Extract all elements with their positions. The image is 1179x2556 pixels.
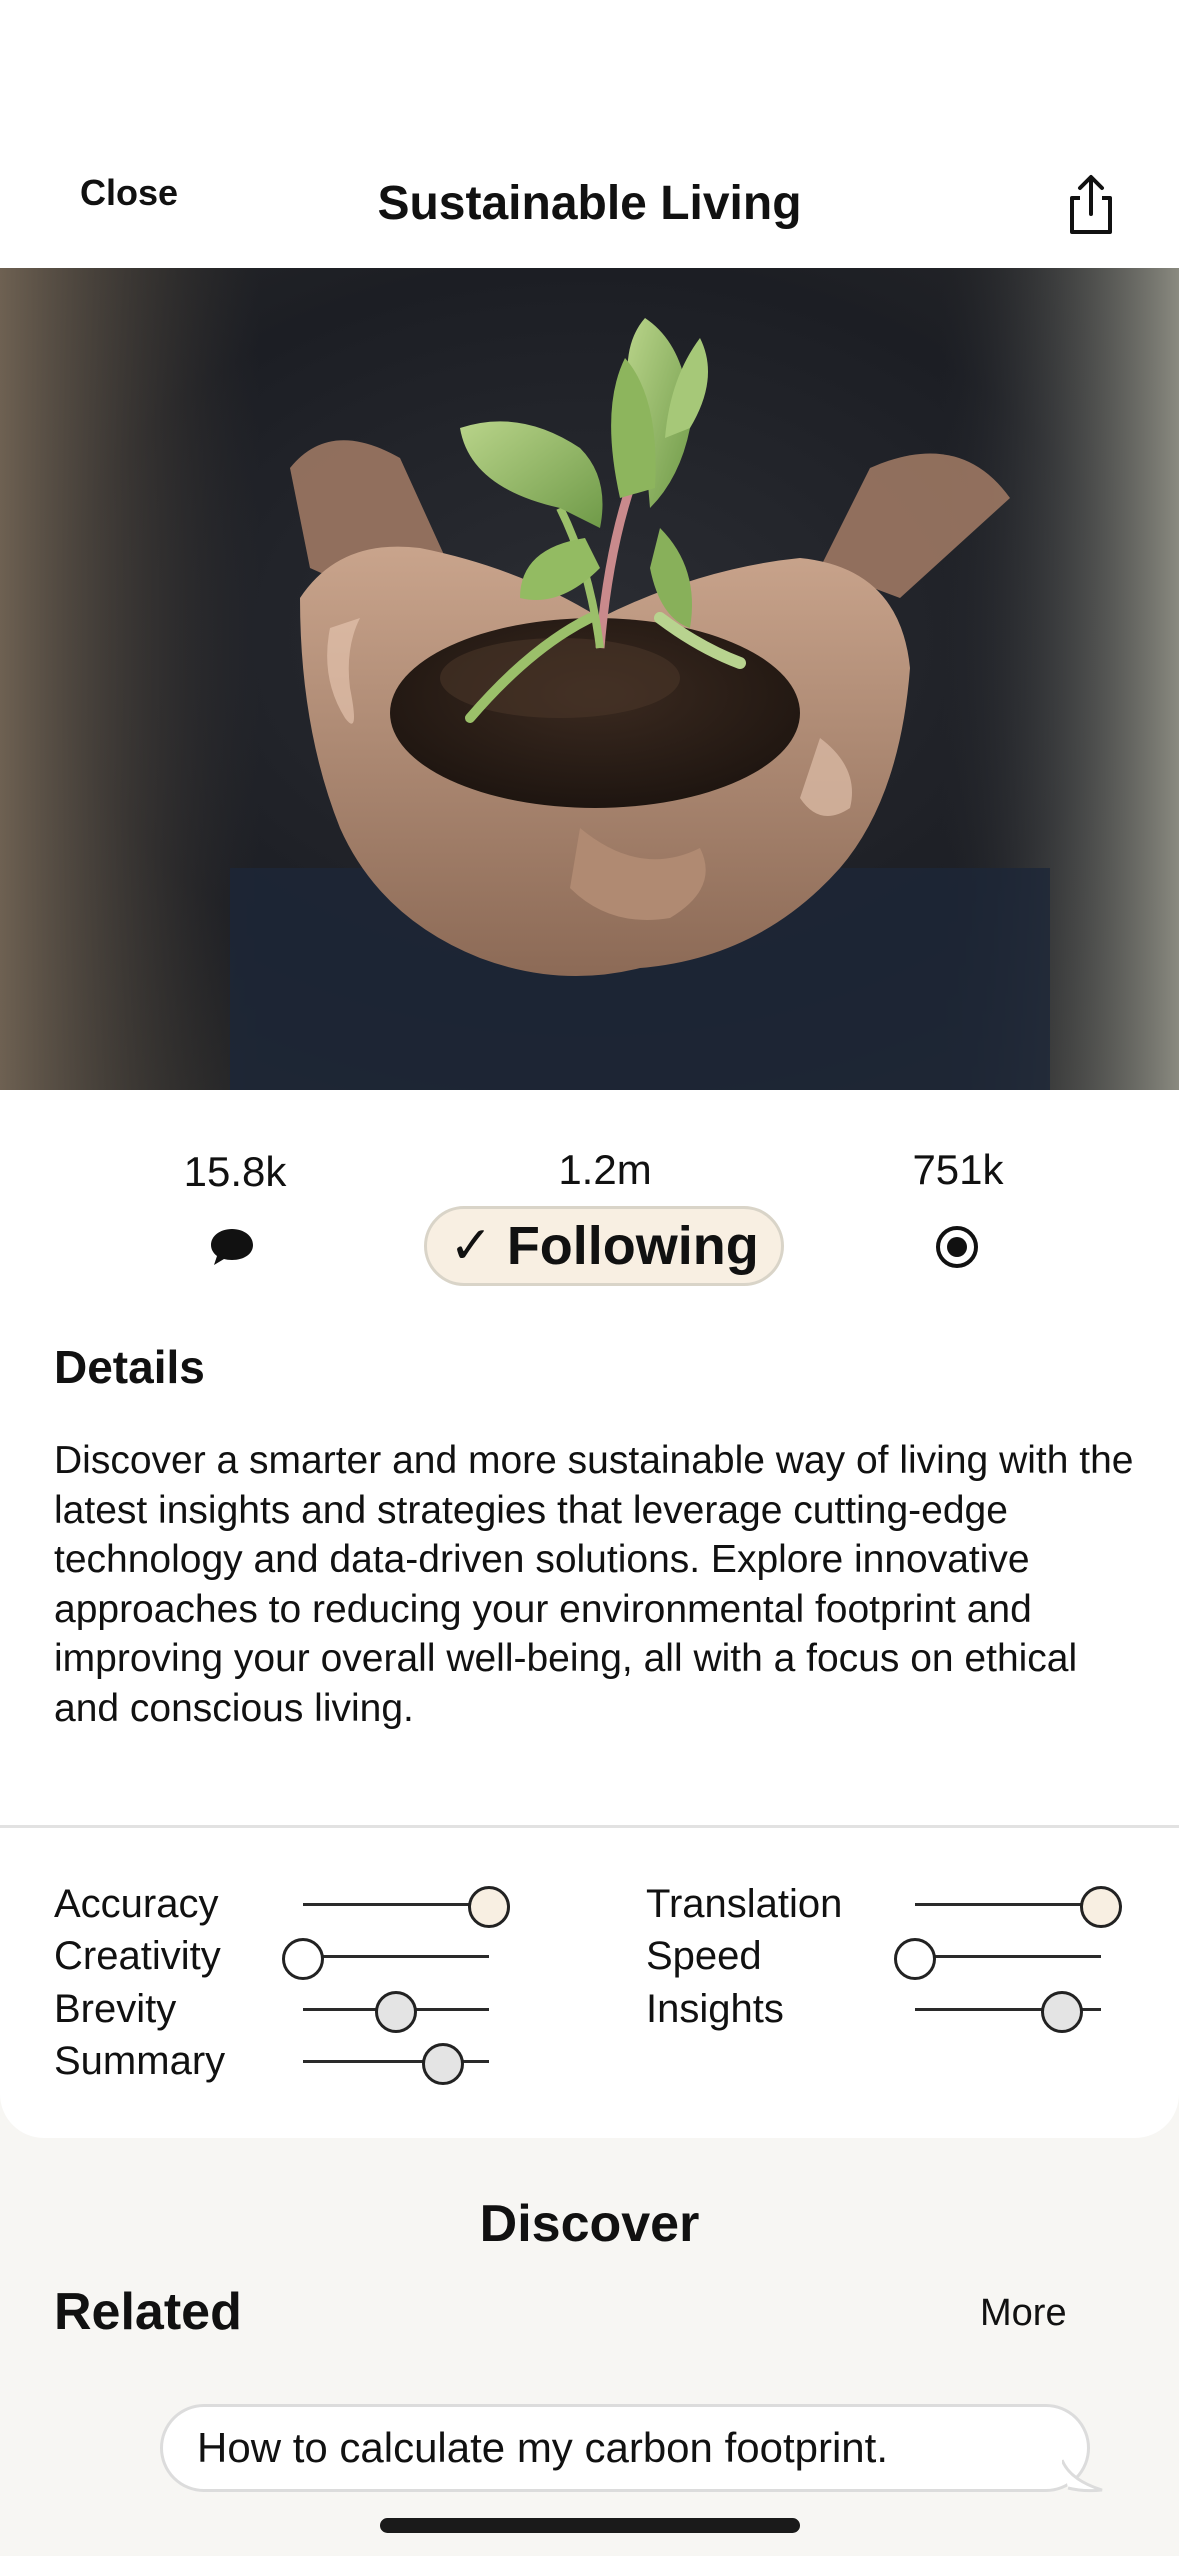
following-button[interactable]: ✓ Following [424, 1206, 784, 1286]
followers-stat: 1.2m [420, 1146, 790, 1194]
slider-knob[interactable] [1040, 1990, 1083, 2033]
slider-label: Accuracy [54, 1882, 219, 1926]
more-link[interactable]: More [980, 2292, 1067, 2335]
slider-label: Creativity [54, 1934, 221, 1979]
following-label: Following [506, 1216, 759, 1276]
comments-stat: 15.8k [140, 1148, 330, 1196]
checkmark-icon: ✓ [449, 1217, 493, 1275]
slider-speed: Speed [646, 1930, 1131, 1982]
section-divider [0, 1825, 1179, 1828]
related-heading: Related [54, 2283, 242, 2341]
slider-knob[interactable] [1080, 1886, 1122, 1928]
slider-accuracy: Accuracy [54, 1878, 519, 1930]
suggestion-chip[interactable]: How to calculate my carbon footprint. [160, 2404, 1090, 2492]
hero-image [0, 268, 1179, 1090]
slider-track[interactable] [303, 1955, 489, 1959]
slider-knob[interactable] [282, 1938, 324, 1981]
slider-knob[interactable] [468, 1886, 510, 1928]
slider-label: Summary [54, 2038, 226, 2083]
slider-label: Brevity [54, 1986, 177, 2031]
slider-knob[interactable] [421, 2042, 464, 2085]
slider-brevity: Brevity [54, 1983, 519, 2035]
share-icon[interactable] [1058, 172, 1124, 238]
slider-track[interactable] [915, 1903, 1101, 1906]
slider-insights: Insights [646, 1983, 1131, 2035]
views-count: 751k [912, 1146, 1004, 1193]
home-indicator[interactable] [380, 2518, 800, 2533]
page-title: Sustainable Living [377, 177, 802, 230]
details-heading: Details [54, 1341, 205, 1393]
slider-track[interactable] [303, 1903, 489, 1906]
details-description: Discover a smarter and more sustainable … [54, 1439, 1134, 1730]
followers-count: 1.2m [558, 1146, 652, 1193]
bubble-tail [1062, 2459, 1103, 2493]
radio-target-icon[interactable] [934, 1224, 980, 1270]
slider-summary: Summary [54, 2035, 519, 2087]
slider-knob[interactable] [894, 1938, 936, 1981]
slider-translation: Translation [646, 1878, 1131, 1930]
speech-bubble-icon[interactable] [208, 1226, 256, 1268]
slider-label: Translation [646, 1882, 843, 1926]
slider-track[interactable] [915, 1955, 1101, 1959]
views-stat: 751k [868, 1146, 1048, 1194]
discover-heading: Discover [479, 2195, 700, 2253]
slider-label: Insights [646, 1986, 784, 2031]
slider-creativity: Creativity [54, 1930, 519, 1982]
detail-sheet: Close Sustainable Living 15.8k 1.2m ✓ Fo… [0, 0, 1179, 2138]
slider-knob[interactable] [375, 1990, 417, 2033]
comments-count: 15.8k [183, 1148, 287, 1195]
slider-label: Speed [646, 1934, 762, 1979]
